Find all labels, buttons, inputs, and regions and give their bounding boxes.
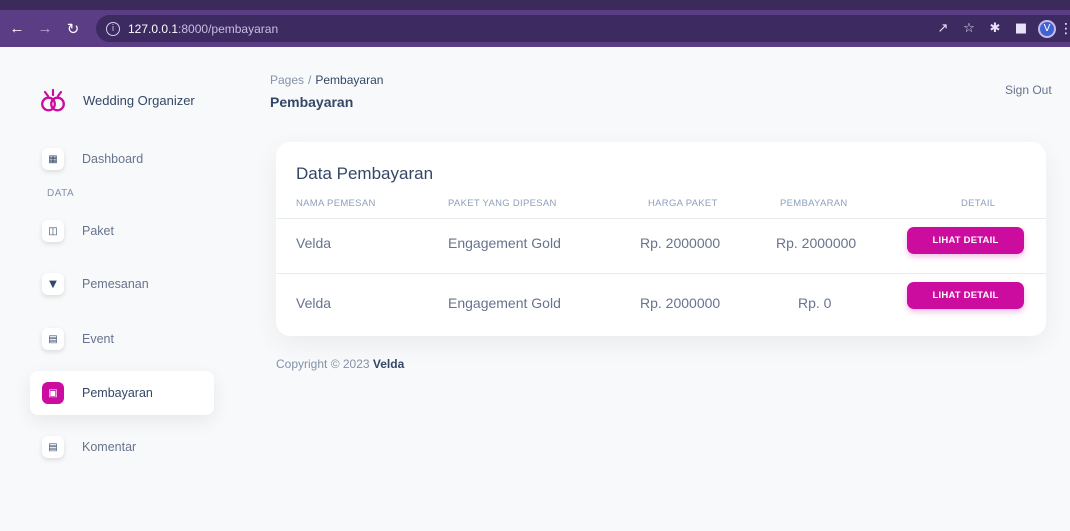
extensions-puzzle-icon[interactable]: ✱ (982, 18, 1008, 40)
cell-paket: Engagement Gold (448, 295, 561, 311)
reload-icon[interactable]: ↻ (62, 18, 84, 40)
profile-avatar: V (1038, 19, 1056, 38)
row-divider (276, 218, 1046, 219)
lihat-detail-button[interactable]: LIHAT DETAIL (907, 227, 1024, 254)
browser-menu-icon[interactable]: ⋮ (1059, 18, 1070, 40)
sidebar-item-label: Paket (82, 224, 114, 238)
lihat-detail-button[interactable]: LIHAT DETAIL (907, 282, 1024, 309)
url-path: :8000/pembayaran (178, 21, 279, 36)
cell-nama-pemesan: Velda (296, 235, 332, 251)
side-panel-icon[interactable]: ■ (1008, 18, 1034, 40)
column-header-nama-pemesan: NAMA PEMESAN (296, 198, 376, 209)
brand-name: Wedding Organizer (83, 92, 195, 108)
sidebar: Wedding Organizer ▦ Dashboard DATA ◫ Pak… (0, 47, 230, 531)
breadcrumb-current: Pembayaran (315, 73, 384, 87)
wedding-rings-logo-icon (41, 88, 65, 112)
cell-harga-paket: Rp. 2000000 (640, 235, 721, 251)
cell-paket: Engagement Gold (448, 235, 561, 251)
sidebar-item-event[interactable]: ▤ Event (30, 317, 214, 361)
sidebar-item-paket[interactable]: ◫ Paket (30, 209, 214, 253)
footer-copyright: Copyright © 2023 Velda (276, 357, 404, 371)
breadcrumb-separator: / (308, 73, 312, 87)
brand[interactable]: Wedding Organizer (40, 87, 195, 113)
cell-pembayaran: Rp. 0 (798, 295, 832, 311)
copyright-text: Copyright © 2023 (276, 357, 370, 371)
sidebar-item-dashboard[interactable]: ▦ Dashboard (30, 137, 214, 181)
browser-toolbar: ← → ↻ i 127.0.0.1:8000/pembayaran ↗ ☆ ✱ … (0, 10, 1070, 47)
sidebar-item-label: Pemesanan (82, 277, 149, 291)
breadcrumb: Pages / Pembayaran (270, 73, 383, 87)
sidebar-item-komentar[interactable]: ▤ Komentar (30, 425, 214, 469)
back-arrow-icon[interactable]: ← (6, 18, 28, 40)
sidebar-item-pemesanan[interactable]: ▼ Pemesanan (30, 262, 214, 306)
sidebar-item-label: Komentar (82, 440, 137, 454)
column-header-paket: PAKET YANG DIPESAN (448, 198, 557, 209)
cell-pembayaran: Rp. 2000000 (776, 235, 857, 251)
sidebar-item-pembayaran[interactable]: ▣ Pembayaran (30, 371, 214, 415)
profile-avatar-button[interactable]: V (1034, 18, 1060, 40)
payment-icon: ▣ (42, 382, 64, 404)
column-header-pembayaran: PEMBAYARAN (780, 198, 848, 209)
sidebar-item-label: Pembayaran (82, 386, 153, 400)
page-title: Pembayaran (270, 94, 354, 110)
column-header-detail: DETAIL (961, 198, 996, 209)
cell-nama-pemesan: Velda (296, 295, 332, 311)
share-icon[interactable]: ↗ (930, 18, 956, 40)
cell-harga-paket: Rp. 2000000 (640, 295, 721, 311)
shop-icon: ▦ (42, 148, 64, 170)
row-divider (276, 273, 1046, 274)
sidebar-item-label: Event (82, 332, 114, 346)
sidebar-item-label: Dashboard (82, 152, 144, 166)
cart-icon: ▼ (42, 273, 64, 295)
site-info-icon[interactable]: i (106, 21, 120, 36)
browser-tab-strip (0, 0, 1070, 10)
card-title: Data Pembayaran (296, 164, 434, 183)
bookmark-star-icon[interactable]: ☆ (956, 18, 982, 40)
calendar-icon: ▤ (42, 436, 64, 458)
column-header-harga-paket: HARGA PAKET (648, 198, 718, 209)
chart-bar-icon: ◫ (42, 220, 64, 242)
breadcrumb-root[interactable]: Pages (270, 73, 304, 87)
forward-arrow-icon[interactable]: → (34, 18, 56, 40)
sidebar-section-heading: DATA (47, 188, 75, 199)
payment-table-card: Data Pembayaran NAMA PEMESAN PAKET YANG … (276, 142, 1046, 336)
copyright-author[interactable]: Velda (373, 357, 404, 371)
url-host: 127.0.0.1 (128, 21, 179, 36)
calendar-icon: ▤ (42, 328, 64, 350)
address-bar[interactable]: i 127.0.0.1:8000/pembayaran ↗ ☆ ✱ ■ V ⋮ (96, 15, 1070, 42)
sign-out-link[interactable]: Sign Out (1005, 83, 1052, 97)
